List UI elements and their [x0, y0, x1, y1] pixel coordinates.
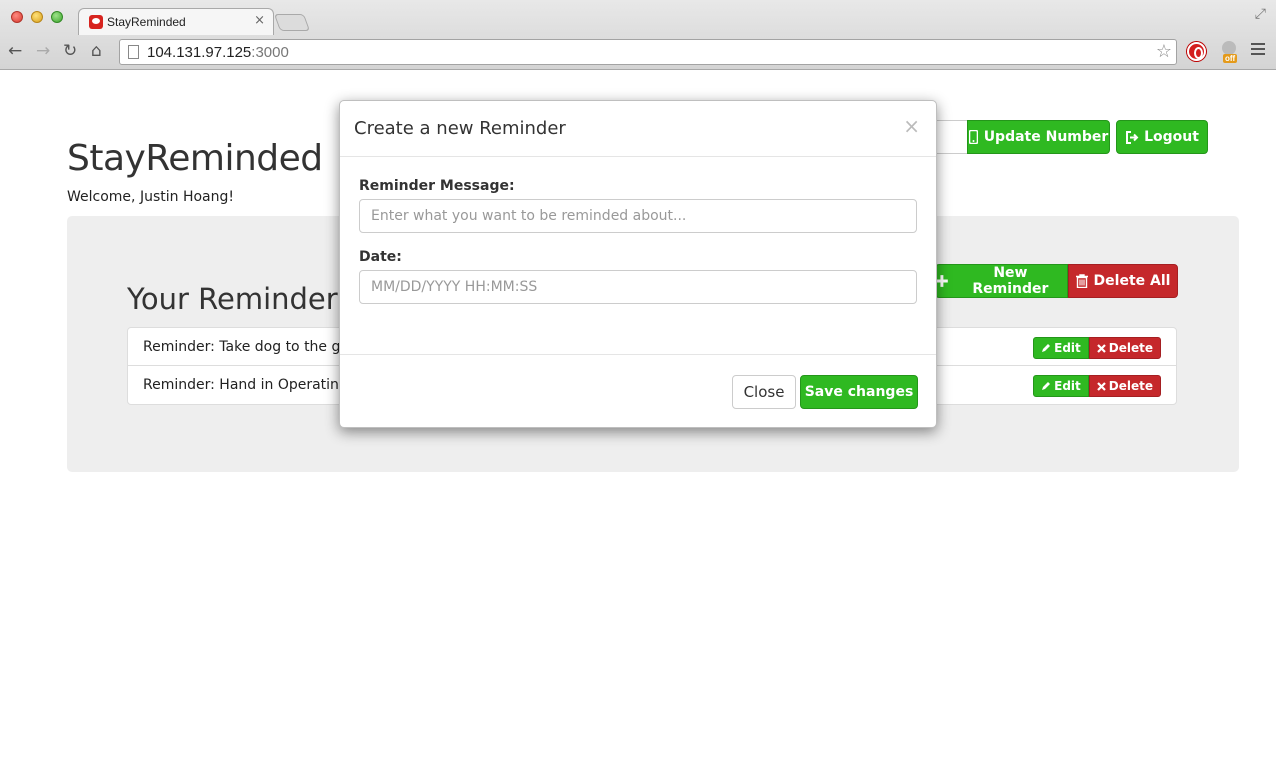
- logout-button[interactable]: Logout: [1116, 120, 1208, 154]
- menu-icon[interactable]: [1251, 43, 1265, 58]
- trash-icon: [1075, 274, 1088, 288]
- fullscreen-icon[interactable]: ⤢: [1255, 6, 1266, 22]
- update-number-button[interactable]: Update Number: [967, 120, 1110, 154]
- tab-title: StayReminded: [107, 15, 186, 29]
- delete-label: Delete: [1108, 341, 1153, 355]
- message-label: Reminder Message:: [359, 178, 515, 194]
- delete-button[interactable]: Delete: [1088, 337, 1161, 359]
- tab-close-icon[interactable]: ×: [254, 13, 265, 28]
- sign-out-icon: [1126, 130, 1139, 144]
- forward-icon[interactable]: →: [36, 42, 50, 60]
- delete-label: Delete: [1108, 379, 1153, 393]
- message-input[interactable]: [359, 199, 917, 233]
- reminder-text: Reminder: Take dog to the g: [143, 339, 341, 355]
- window-zoom-button[interactable]: [51, 11, 63, 23]
- favicon-icon: [89, 15, 103, 29]
- reminder-text: Reminder: Hand in Operating: [143, 377, 348, 393]
- date-input[interactable]: [359, 270, 917, 304]
- page-icon: [128, 45, 139, 59]
- date-label: Date:: [359, 249, 402, 265]
- delete-all-button[interactable]: Delete All: [1068, 264, 1178, 298]
- new-reminder-label: New Reminder: [972, 265, 1049, 297]
- item-actions: Edit Delete: [1033, 337, 1161, 359]
- create-reminder-modal: Create a new Reminder × Reminder Message…: [339, 100, 937, 428]
- remove-icon: [1096, 343, 1106, 353]
- modal-title: Create a new Reminder: [354, 118, 566, 139]
- url-text[interactable]: 104.131.97.125:3000: [147, 44, 289, 61]
- edit-label: Edit: [1054, 379, 1081, 393]
- address-bar[interactable]: 104.131.97.125:3000 ☆: [119, 39, 1177, 65]
- url-host: 104.131.97.125: [147, 44, 252, 61]
- page-title: StayReminded: [67, 138, 323, 179]
- mobile-phone-icon: [968, 130, 978, 144]
- modal-header: Create a new Reminder ×: [340, 101, 936, 157]
- delete-button[interactable]: Delete: [1088, 375, 1161, 397]
- reload-icon[interactable]: ↻: [63, 42, 77, 60]
- delete-all-label: Delete All: [1093, 273, 1171, 289]
- pencil-icon: [1042, 344, 1051, 352]
- ghost-extension-icon[interactable]: off: [1219, 41, 1239, 65]
- update-number-label: Update Number: [983, 129, 1109, 145]
- bookmark-star-icon[interactable]: ☆: [1156, 41, 1172, 62]
- new-tab-button[interactable]: [273, 14, 311, 31]
- logout-label: Logout: [1144, 129, 1199, 145]
- plus-icon: [936, 275, 948, 287]
- extension-badge: off: [1223, 54, 1238, 63]
- close-button[interactable]: Close: [732, 375, 796, 409]
- reminders-heading: Your Reminders: [127, 282, 353, 316]
- edit-button[interactable]: Edit: [1033, 337, 1089, 359]
- url-port: :3000: [251, 44, 289, 61]
- edit-label: Edit: [1054, 341, 1081, 355]
- close-icon[interactable]: ×: [903, 114, 920, 138]
- pencil-icon: [1042, 382, 1051, 390]
- ghost-icon: [1222, 41, 1236, 55]
- edit-button[interactable]: Edit: [1033, 375, 1089, 397]
- window-minimize-button[interactable]: [31, 11, 43, 23]
- new-reminder-button[interactable]: New Reminder: [935, 264, 1068, 298]
- browser-tab[interactable]: StayReminded ×: [78, 8, 274, 35]
- home-icon[interactable]: ⌂: [91, 42, 102, 60]
- modal-footer: Close Save changes: [340, 354, 936, 428]
- window-close-button[interactable]: [11, 11, 23, 23]
- back-icon[interactable]: ←: [8, 42, 22, 60]
- welcome-text: Welcome, Justin Hoang!: [67, 189, 234, 205]
- remove-icon: [1096, 381, 1106, 391]
- item-actions: Edit Delete: [1033, 375, 1161, 397]
- browser-chrome: StayReminded × ⤢ ← → ↻ ⌂ 104.131.97.125:…: [0, 0, 1276, 70]
- adblock-extension-icon[interactable]: [1187, 42, 1206, 61]
- save-changes-button[interactable]: Save changes: [800, 375, 918, 409]
